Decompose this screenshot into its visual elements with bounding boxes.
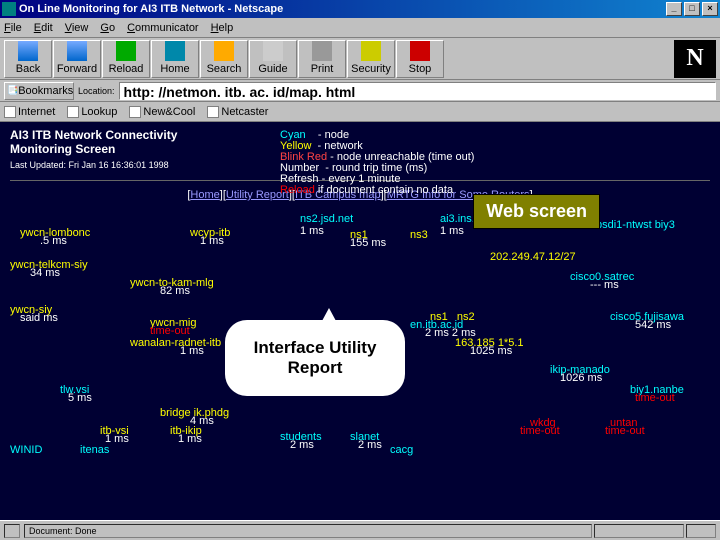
menu-edit[interactable]: Edit [34, 22, 53, 34]
back-icon [18, 41, 38, 61]
menu-help[interactable]: Help [211, 22, 234, 34]
guide-icon [263, 41, 283, 61]
forward-button[interactable]: Forward [53, 40, 101, 78]
tab-icon [207, 106, 219, 118]
callout-interface-utility-report: Interface Utility Report [225, 320, 405, 396]
location-label: Location: [78, 86, 115, 96]
status-progress [594, 524, 684, 538]
stop-button[interactable]: Stop [396, 40, 444, 78]
maximize-button[interactable]: □ [684, 2, 700, 16]
tab-icon [67, 106, 79, 118]
link-home[interactable]: Home [190, 189, 219, 201]
url-input[interactable]: http: //netmon. itb. ac. id/map. html [119, 82, 716, 100]
location-bar: 📑 Bookmarks Location: http: //netmon. it… [0, 80, 720, 102]
guide-button[interactable]: Guide [249, 40, 297, 78]
close-button[interactable]: × [702, 2, 718, 16]
menu-communicator[interactable]: Communicator [127, 22, 199, 34]
tab-newcool[interactable]: New&Cool [129, 106, 195, 118]
forward-icon [67, 41, 87, 61]
security-button[interactable]: Security [347, 40, 395, 78]
window-title: On Line Monitoring for AI3 ITB Network -… [19, 3, 283, 15]
search-button[interactable]: Search [200, 40, 248, 78]
tab-netcaster[interactable]: Netcaster [207, 106, 268, 118]
search-icon [214, 41, 234, 61]
titlebar[interactable]: On Line Monitoring for AI3 ITB Network -… [0, 0, 720, 18]
bookmarks-button[interactable]: 📑 Bookmarks [4, 82, 74, 100]
netscape-logo-icon: N [674, 40, 716, 78]
tab-lookup[interactable]: Lookup [67, 106, 117, 118]
callout-web-screen: Web screen [473, 194, 600, 229]
menu-go[interactable]: Go [100, 22, 115, 34]
home-button[interactable]: Home [151, 40, 199, 78]
home-icon [165, 41, 185, 61]
stop-icon [410, 41, 430, 61]
legend: Cyan - node Yellow - network Blink Red -… [280, 130, 474, 196]
menubar: File Edit View Go Communicator Help [0, 18, 720, 38]
toolbar: Back Forward Reload Home Search Guide Pr… [0, 38, 720, 80]
minimize-button[interactable]: _ [666, 2, 682, 16]
tab-icon [129, 106, 141, 118]
print-icon [312, 41, 332, 61]
back-button[interactable]: Back [4, 40, 52, 78]
status-security [686, 524, 716, 538]
personal-toolbar: Internet Lookup New&Cool Netcaster [0, 102, 720, 122]
status-text: Document: Done [24, 524, 592, 538]
tab-internet[interactable]: Internet [4, 106, 55, 118]
page-content: AI3 ITB Network Connectivity Monitoring … [0, 122, 720, 500]
statusbar: Document: Done [0, 520, 720, 540]
status-icon [4, 524, 20, 538]
menu-file[interactable]: File [4, 22, 22, 34]
app-icon [2, 2, 16, 16]
menu-view[interactable]: View [65, 22, 89, 34]
tab-icon [4, 106, 16, 118]
lock-icon [361, 41, 381, 61]
reload-button[interactable]: Reload [102, 40, 150, 78]
reload-icon [116, 41, 136, 61]
print-button[interactable]: Print [298, 40, 346, 78]
